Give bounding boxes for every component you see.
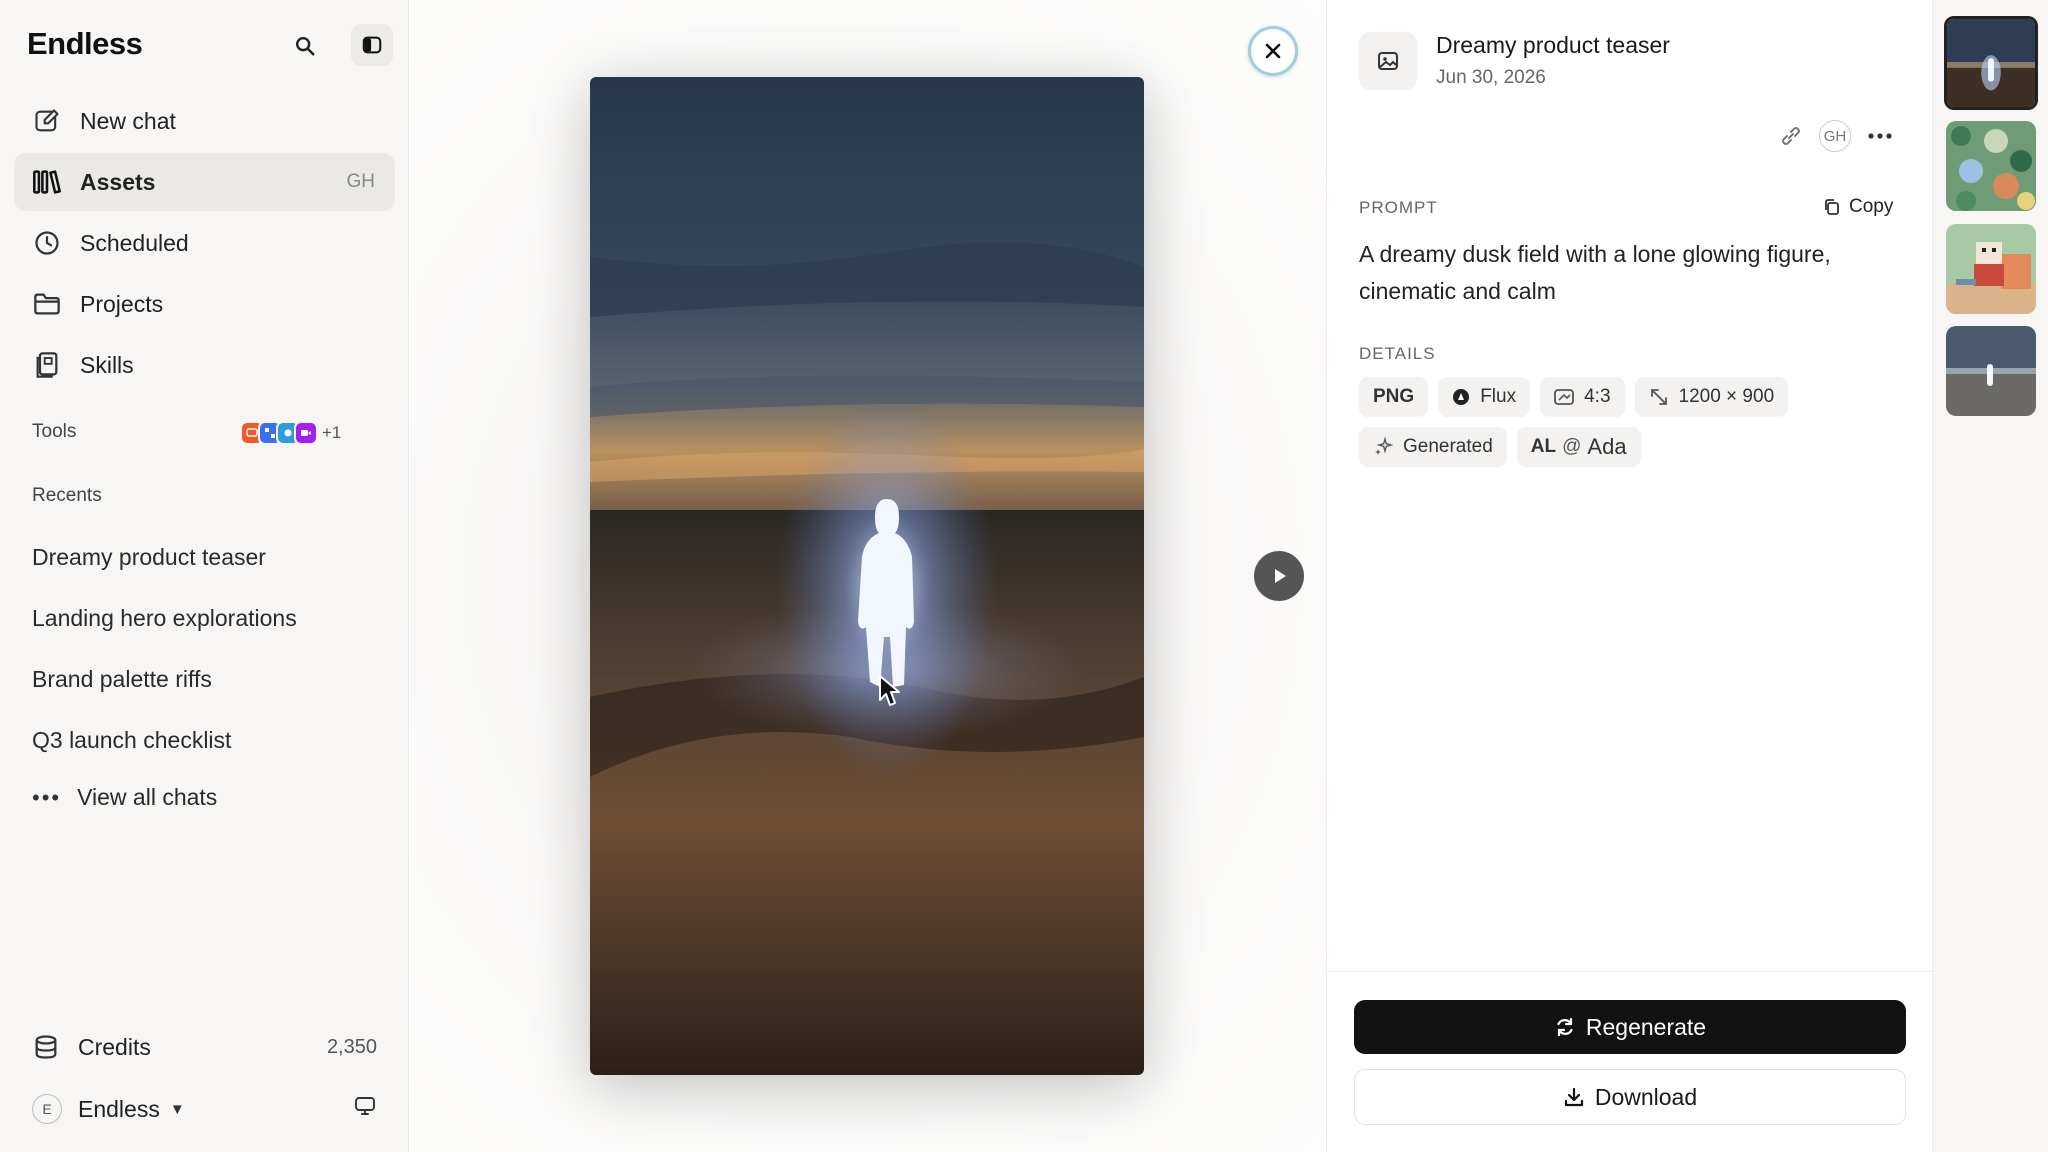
assets-icon [32, 167, 62, 197]
nav-label: Assets [80, 168, 156, 195]
monitor-icon[interactable] [353, 1094, 377, 1124]
details-chips: PNG Flux 4:3 1200 × 900 Generated AL @ A… [1359, 377, 1879, 477]
image-icon [1359, 32, 1417, 90]
view-all-label: View all chats [77, 784, 218, 810]
brand-logo[interactable]: Endless [27, 26, 143, 62]
folder-icon [32, 289, 62, 319]
nav-label: Skills [80, 351, 134, 378]
asset-preview-image[interactable] [590, 77, 1144, 1075]
asset-title: Dreamy product teaser [1436, 32, 1670, 58]
coins-icon [32, 1033, 60, 1061]
resize-icon [1649, 387, 1669, 407]
close-icon [1265, 43, 1281, 59]
nav-projects[interactable]: Projects [14, 275, 395, 333]
source-label: Generated [1403, 436, 1493, 457]
thumbnail-dusk-figure-alt[interactable] [1946, 326, 2036, 416]
aspect-chip: 4:3 [1540, 377, 1625, 417]
compose-icon [32, 106, 62, 136]
aspect-label: 4:3 [1584, 386, 1611, 407]
avatar: E [32, 1094, 62, 1124]
dimensions-label: 1200 × 900 [1678, 386, 1775, 407]
aspect-ratio-icon [1554, 388, 1574, 406]
download-icon [1564, 1087, 1583, 1107]
source-chip: Generated [1359, 427, 1507, 467]
search-icon[interactable] [289, 30, 321, 62]
nav-label: Scheduled [80, 229, 189, 256]
refresh-icon [1557, 1017, 1573, 1037]
skills-icon [32, 350, 62, 380]
model-label: Flux [1480, 386, 1517, 407]
author-name: Ada [1587, 434, 1627, 459]
credits-value: 2,350 [326, 1035, 377, 1058]
more-icon[interactable] [1867, 132, 1893, 140]
account-switcher[interactable]: E Endless ▼ [32, 1094, 377, 1124]
prompt-heading: PROMPT [1359, 198, 1438, 217]
more-dots-icon: ••• [32, 784, 62, 810]
nav-label: New chat [80, 107, 176, 134]
close-viewer-button[interactable] [1248, 26, 1298, 76]
nav-skills[interactable]: Skills [14, 336, 395, 394]
tool-video-icon [294, 421, 318, 445]
sidebar: Endless New chat Assets GH Scheduled Pro… [0, 0, 409, 1152]
details-heading: DETAILS [1359, 344, 1436, 363]
nav-label: Projects [80, 290, 164, 317]
model-icon [1452, 388, 1470, 406]
caret-down-icon: ▼ [169, 1100, 185, 1118]
author-initials: AL [1530, 436, 1557, 457]
view-all-chats[interactable]: ••• View all chats [32, 784, 217, 811]
play-icon [1275, 569, 1286, 583]
prompt-text: A dreamy dusk field with a lone glowing … [1359, 241, 1831, 304]
link-icon[interactable] [1779, 124, 1803, 148]
sparkle-icon [1373, 437, 1393, 457]
nav-new-chat[interactable]: New chat [14, 92, 395, 150]
thumbnail-botanical-pattern[interactable] [1946, 121, 2036, 211]
regenerate-button[interactable]: Regenerate [1354, 1000, 1906, 1054]
asset-thumbnail-strip [1932, 0, 2048, 1152]
recent-item[interactable]: Landing hero explorations [32, 605, 297, 632]
author-at: @ [1562, 436, 1582, 457]
account-name: Endless [78, 1095, 160, 1122]
nav-assets[interactable]: Assets GH [14, 153, 395, 211]
regenerate-label: Regenerate [1585, 1013, 1707, 1040]
asset-viewer [410, 0, 1326, 1152]
recent-item[interactable]: Dreamy product teaser [32, 544, 266, 571]
asset-date: Jun 30, 2026 [1436, 67, 1546, 88]
dimensions-chip: 1200 × 900 [1634, 377, 1789, 417]
footer-divider [1327, 971, 1933, 972]
thumbnail-pixel-character[interactable] [1946, 224, 2036, 314]
nav-shortcut: GH [346, 171, 376, 192]
owner-avatar[interactable]: GH [1819, 120, 1851, 152]
nav-scheduled[interactable]: Scheduled [14, 214, 395, 272]
sidebar-toggle-icon[interactable] [351, 24, 393, 66]
recent-item[interactable]: Brand palette riffs [32, 666, 212, 693]
download-button[interactable]: Download [1354, 1069, 1906, 1125]
model-chip: Flux [1438, 377, 1531, 417]
tools-badges[interactable]: +1 [240, 419, 341, 447]
asset-details-panel: Dreamy product teaser Jun 30, 2026 GH PR… [1326, 0, 1933, 1152]
author-chip[interactable]: AL @ Ada [1516, 427, 1641, 467]
credits-row[interactable]: Credits 2,350 [32, 1033, 377, 1061]
recent-item[interactable]: Q3 launch checklist [32, 727, 231, 754]
recents-label: Recents [32, 485, 102, 506]
tools-label: Tools [32, 421, 77, 442]
clock-icon [32, 228, 62, 258]
credits-label: Credits [78, 1033, 151, 1060]
cursor-icon [879, 675, 900, 706]
copy-icon [1825, 199, 1839, 215]
format-chip: PNG [1359, 377, 1429, 417]
tools-extra-count: +1 [322, 423, 342, 442]
thumbnail-dusk-figure[interactable] [1944, 16, 2038, 110]
download-label: Download [1594, 1083, 1698, 1110]
copy-label: Copy [1849, 196, 1894, 217]
copy-prompt-button[interactable]: Copy [1823, 196, 1893, 218]
asset-actions: GH [1763, 120, 1893, 152]
play-button[interactable] [1254, 551, 1304, 601]
